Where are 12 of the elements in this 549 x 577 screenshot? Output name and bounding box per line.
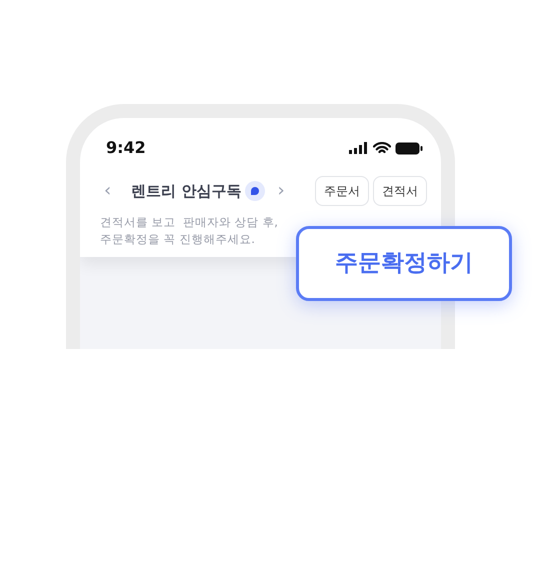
chat-icon (245, 181, 266, 201)
description-text: 견적서를 보고 판매자와 상담 후, 주문확정을 꼭 진행해주세요. (100, 214, 279, 248)
previous-button[interactable]: ‹ (100, 182, 116, 200)
next-button[interactable]: › (273, 182, 289, 200)
battery-icon (395, 142, 423, 154)
header-title: 렌트리 안심구독 (131, 180, 242, 202)
wifi-icon (373, 142, 391, 154)
document-button[interactable]: 주문서 (315, 176, 369, 206)
status-time: 9:42 (106, 137, 146, 159)
signal-icon (349, 142, 369, 154)
document-button[interactable]: 견적서 (373, 176, 427, 206)
confirm-order-button[interactable]: 주문확정하기 (296, 226, 512, 301)
